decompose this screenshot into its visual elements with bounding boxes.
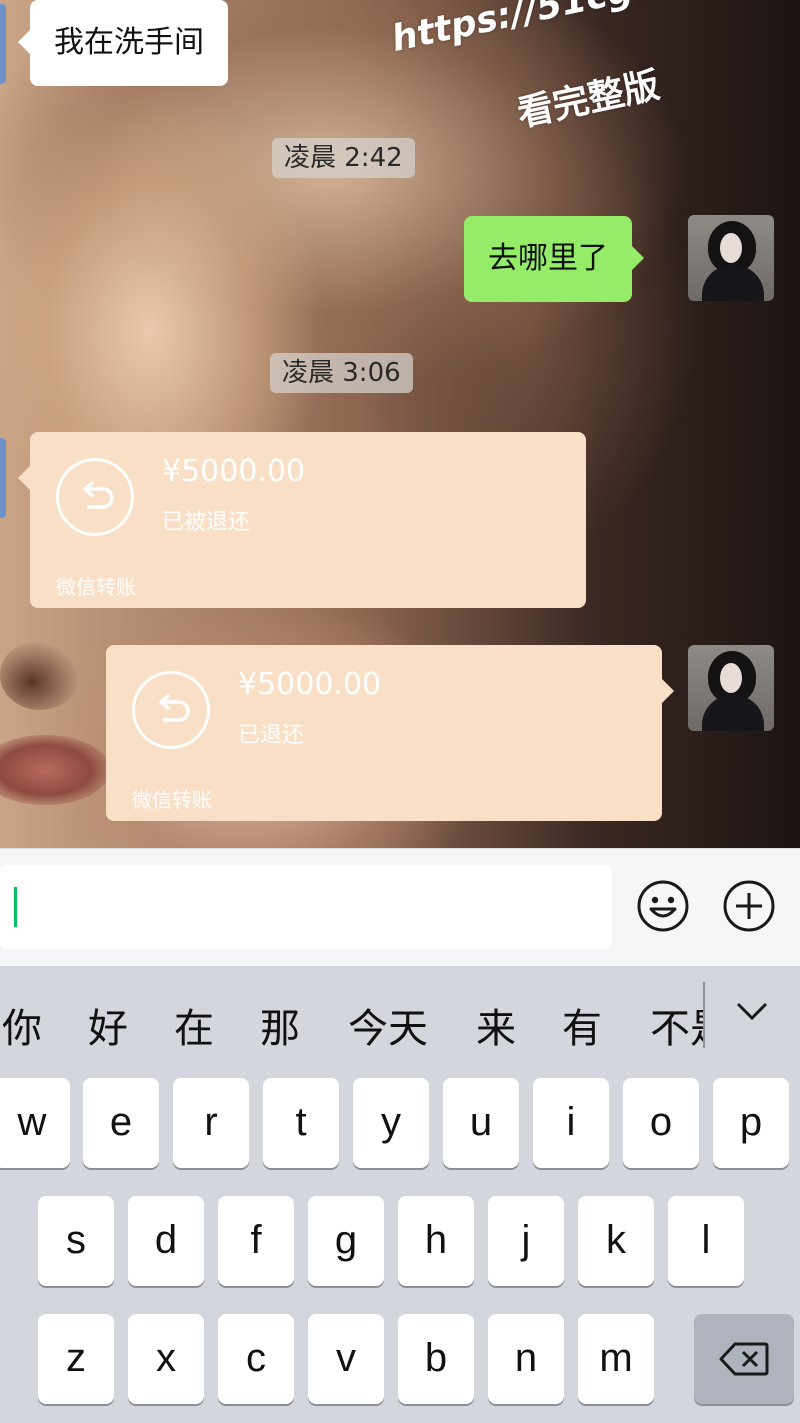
candidate-word[interactable]: 你: [2, 996, 42, 1054]
transfer-brand: 微信转账: [132, 788, 212, 812]
key-r[interactable]: r: [173, 1078, 249, 1168]
message-timestamp: 凌晨 2:42: [272, 138, 415, 178]
candidate-word[interactable]: 来: [476, 996, 516, 1054]
avatar-face: [720, 233, 742, 263]
candidate-word[interactable]: 有: [562, 996, 602, 1054]
message-timestamp: 凌晨 3:06: [270, 353, 413, 393]
transfer-card-received[interactable]: ¥5000.00 已被退还 微信转账: [18, 432, 586, 608]
key-b[interactable]: b: [398, 1314, 474, 1404]
my-avatar[interactable]: [688, 215, 774, 301]
bubble-tail: [18, 466, 30, 490]
contact-avatar[interactable]: [0, 438, 6, 518]
candidate-word[interactable]: 那: [260, 996, 300, 1054]
background-photo-detail: [0, 640, 80, 710]
key-n[interactable]: n: [488, 1314, 564, 1404]
watermark-url: https://51cg14.me: [388, 0, 760, 61]
transfer-amount: ¥5000.00: [238, 667, 382, 702]
text-cursor: [14, 887, 17, 927]
backspace-icon[interactable]: [694, 1314, 794, 1404]
bubble-tail: [18, 30, 30, 54]
key-h[interactable]: h: [398, 1196, 474, 1286]
chat-area[interactable]: https://51cg14.me 看完整版 我在洗手间 凌晨 2:42 去哪里…: [0, 0, 800, 848]
key-w[interactable]: w: [0, 1078, 70, 1168]
key-m[interactable]: m: [578, 1314, 654, 1404]
message-text: 我在洗手间: [54, 25, 204, 60]
key-s[interactable]: s: [38, 1196, 114, 1286]
candidate-word[interactable]: 今天: [348, 996, 428, 1054]
keyboard: 你 好 在 那 今天 来 有 不是 w e r t y u i o p s d …: [0, 966, 800, 1423]
transfer-status: 已退还: [238, 723, 305, 748]
key-g[interactable]: g: [308, 1196, 384, 1286]
key-u[interactable]: u: [443, 1078, 519, 1168]
candidate-bar: 你 好 在 那 今天 来 有 不是: [0, 966, 800, 1076]
key-t[interactable]: t: [263, 1078, 339, 1168]
message-bubble-received[interactable]: 我在洗手间: [18, 0, 228, 86]
return-arrow-icon: [132, 671, 210, 749]
key-o[interactable]: o: [623, 1078, 699, 1168]
plus-icon[interactable]: [722, 879, 776, 933]
key-z[interactable]: z: [38, 1314, 114, 1404]
key-l[interactable]: l: [668, 1196, 744, 1286]
key-v[interactable]: v: [308, 1314, 384, 1404]
background-photo-detail: [0, 735, 110, 805]
return-arrow-icon: [56, 458, 134, 536]
watermark-subtitle: 看完整版: [513, 64, 664, 135]
message-input[interactable]: [0, 865, 612, 949]
key-d[interactable]: d: [128, 1196, 204, 1286]
candidate-divider: [703, 982, 705, 1048]
key-y[interactable]: y: [353, 1078, 429, 1168]
contact-avatar[interactable]: [0, 4, 6, 84]
candidate-word[interactable]: 好: [88, 996, 128, 1054]
key-c[interactable]: c: [218, 1314, 294, 1404]
emoji-icon[interactable]: [636, 879, 690, 933]
avatar-face: [720, 663, 742, 693]
key-j[interactable]: j: [488, 1196, 564, 1286]
message-text: 去哪里了: [488, 241, 608, 276]
message-bubble-sent[interactable]: 去哪里了: [464, 216, 644, 302]
key-i[interactable]: i: [533, 1078, 609, 1168]
candidate-word[interactable]: 在: [174, 996, 214, 1054]
key-f[interactable]: f: [218, 1196, 294, 1286]
transfer-card-sent[interactable]: ¥5000.00 已退还 微信转账: [106, 645, 674, 821]
avatar-body: [702, 695, 764, 731]
candidate-word[interactable]: 不是: [650, 996, 704, 1054]
key-e[interactable]: e: [83, 1078, 159, 1168]
bubble-tail: [662, 679, 674, 703]
key-k[interactable]: k: [578, 1196, 654, 1286]
bubble-tail: [632, 246, 644, 270]
chevron-down-icon[interactable]: [734, 996, 770, 1030]
key-p[interactable]: p: [713, 1078, 789, 1168]
transfer-amount: ¥5000.00: [162, 454, 306, 489]
transfer-brand: 微信转账: [56, 575, 136, 599]
transfer-status: 已被退还: [162, 510, 251, 535]
my-avatar[interactable]: [688, 645, 774, 731]
key-x[interactable]: x: [128, 1314, 204, 1404]
avatar-body: [702, 265, 764, 301]
input-bar: [0, 848, 800, 967]
